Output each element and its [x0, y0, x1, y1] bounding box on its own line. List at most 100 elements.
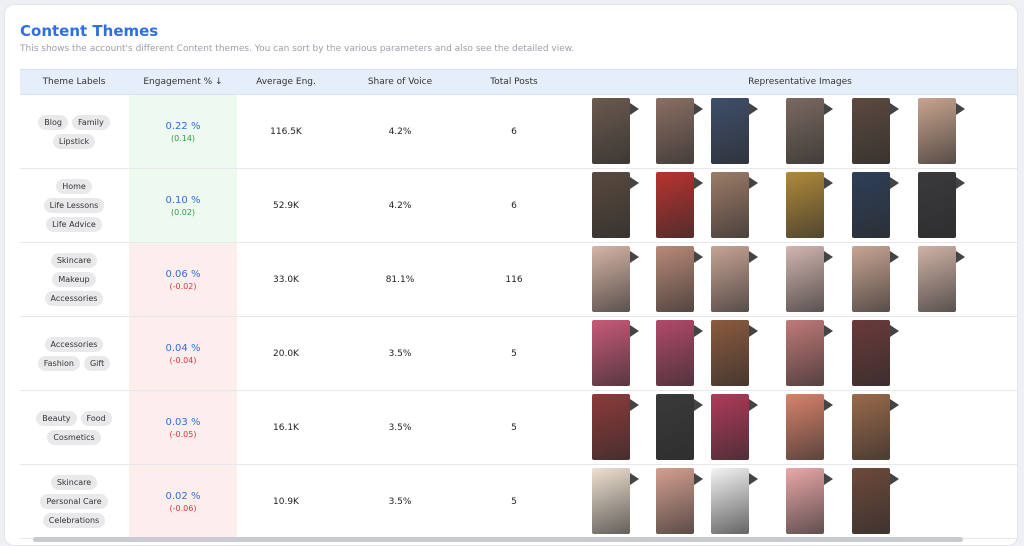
play-icon: [749, 325, 758, 337]
play-icon: [694, 177, 703, 189]
table-body: Blog Family Lipstick 0.22 % (0.14) 116.5K 4.2…: [20, 95, 1017, 539]
post-thumbnail[interactable]: [852, 394, 890, 460]
representative-images: [580, 319, 1017, 387]
col-theme-labels[interactable]: Theme Labels: [20, 70, 128, 94]
table-row[interactable]: Skincare Personal Care Celebrations 0.02 % …: [20, 465, 1017, 539]
play-icon: [956, 177, 965, 189]
post-thumbnail[interactable]: [786, 468, 824, 534]
post-thumbnail[interactable]: [918, 172, 956, 238]
theme-labels-cell: Skincare Makeup Accessories: [20, 243, 128, 316]
theme-chip[interactable]: Home: [56, 179, 92, 194]
post-thumbnail[interactable]: [852, 172, 890, 238]
average-eng-value-cell: 116.5K: [238, 95, 334, 168]
post-thumbnail[interactable]: [656, 468, 694, 534]
share-of-voice-value-cell: 3.5%: [334, 465, 466, 538]
engagement-change: (0.02): [170, 207, 196, 217]
total-posts-value-cell: 6: [466, 169, 562, 242]
play-icon: [824, 473, 833, 485]
play-icon: [749, 473, 758, 485]
engagement-change: (0.14): [170, 133, 196, 143]
post-thumbnail[interactable]: [656, 320, 694, 386]
post-thumbnail[interactable]: [852, 246, 890, 312]
total-posts-value: 6: [511, 200, 517, 211]
table-row[interactable]: Home Life Lessons Life Advice 0.10 % (0.02)…: [20, 169, 1017, 243]
post-thumbnail[interactable]: [592, 320, 630, 386]
play-icon: [890, 473, 899, 485]
post-thumbnail[interactable]: [711, 246, 749, 312]
page-subtitle: This shows the account's different Conte…: [20, 44, 575, 54]
post-thumbnail[interactable]: [656, 394, 694, 460]
horizontal-scrollbar[interactable]: [33, 537, 963, 542]
play-icon: [749, 251, 758, 263]
post-thumbnail[interactable]: [852, 320, 890, 386]
post-thumbnail[interactable]: [711, 98, 749, 164]
label-line: Fashion Gift: [37, 355, 111, 371]
label-line: Life Lessons: [43, 198, 105, 213]
col-share-of-voice[interactable]: Share of Voice: [334, 70, 466, 94]
engagement-cell: 0.04 % (-0.04): [129, 317, 237, 390]
table-row[interactable]: Skincare Makeup Accessories 0.06 % (-0.02) 3…: [20, 243, 1017, 317]
play-icon: [630, 473, 639, 485]
theme-chip[interactable]: Lipstick: [52, 133, 96, 149]
share-of-voice-value: 81.1%: [385, 274, 415, 285]
engagement-value: 0.06 %: [165, 268, 201, 280]
engagement-value: 0.22 %: [165, 120, 201, 132]
theme-chip[interactable]: Fashion: [37, 355, 80, 371]
label-line: Celebrations: [42, 513, 106, 528]
theme-chip[interactable]: Personal Care: [40, 494, 108, 509]
table-row[interactable]: Blog Family Lipstick 0.22 % (0.14) 116.5K 4.2…: [20, 95, 1017, 169]
post-thumbnail[interactable]: [592, 246, 630, 312]
col-engagement[interactable]: Engagement % ↓: [129, 70, 237, 94]
theme-chip[interactable]: Life Lessons: [43, 198, 105, 213]
engagement-cell: 0.10 % (0.02): [129, 169, 237, 242]
post-thumbnail[interactable]: [592, 468, 630, 534]
engagement-cell: 0.02 % (-0.06): [129, 465, 237, 538]
post-thumbnail[interactable]: [592, 394, 630, 460]
post-thumbnail[interactable]: [711, 468, 749, 534]
engagement-cell: 0.06 % (-0.02): [129, 243, 237, 316]
label-line: Accessories: [44, 336, 104, 352]
post-thumbnail[interactable]: [918, 98, 956, 164]
total-posts-value: 5: [511, 496, 517, 507]
post-thumbnail[interactable]: [786, 394, 824, 460]
theme-chip[interactable]: Gift: [83, 355, 111, 371]
theme-chip[interactable]: Celebrations: [42, 513, 106, 528]
post-thumbnail[interactable]: [711, 394, 749, 460]
theme-chip[interactable]: Accessories: [44, 291, 104, 306]
post-thumbnail[interactable]: [786, 172, 824, 238]
table-row[interactable]: Accessories Fashion Gift 0.04 % (-0.04) 20.0…: [20, 317, 1017, 391]
post-thumbnail[interactable]: [786, 320, 824, 386]
col-total-posts[interactable]: Total Posts: [466, 70, 562, 94]
theme-chip[interactable]: Beauty: [36, 410, 77, 426]
play-icon: [694, 399, 703, 411]
theme-chip[interactable]: Skincare: [50, 253, 98, 268]
post-thumbnail[interactable]: [852, 468, 890, 534]
post-thumbnail[interactable]: [711, 172, 749, 238]
post-thumbnail[interactable]: [786, 98, 824, 164]
post-thumbnail[interactable]: [711, 320, 749, 386]
col-average-eng[interactable]: Average Eng.: [238, 70, 334, 94]
label-line: Home: [56, 179, 92, 194]
post-thumbnail[interactable]: [592, 98, 630, 164]
play-icon: [890, 399, 899, 411]
table-row[interactable]: Beauty Food Cosmetics 0.03 % (-0.05) 16.1K 3.…: [20, 391, 1017, 465]
themes-table: Theme Labels Engagement % ↓ Average Eng.…: [20, 69, 1017, 539]
average-eng-value-cell: 10.9K: [238, 465, 334, 538]
theme-chip[interactable]: Skincare: [50, 475, 98, 490]
theme-chip[interactable]: Life Advice: [46, 217, 102, 232]
post-thumbnail[interactable]: [656, 98, 694, 164]
label-line: Beauty Food: [36, 410, 112, 426]
post-thumbnail[interactable]: [852, 98, 890, 164]
post-thumbnail[interactable]: [918, 246, 956, 312]
post-thumbnail[interactable]: [656, 172, 694, 238]
post-thumbnail[interactable]: [656, 246, 694, 312]
theme-chip[interactable]: Accessories: [44, 336, 104, 352]
theme-chip[interactable]: Makeup: [52, 272, 96, 287]
post-thumbnail[interactable]: [786, 246, 824, 312]
theme-chip[interactable]: Family: [71, 114, 110, 130]
engagement-cell: 0.03 % (-0.05): [129, 391, 237, 464]
theme-chip[interactable]: Cosmetics: [47, 429, 101, 445]
theme-chip[interactable]: Food: [80, 410, 112, 426]
post-thumbnail[interactable]: [592, 172, 630, 238]
theme-chip[interactable]: Blog: [38, 114, 68, 130]
